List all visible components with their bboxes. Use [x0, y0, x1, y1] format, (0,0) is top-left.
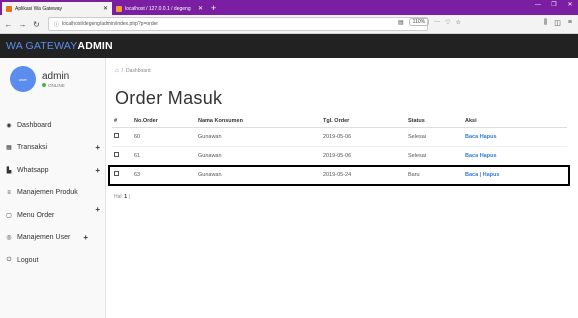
forward-icon[interactable]: → [18, 20, 27, 29]
sidebar-item-logout[interactable]: ⏻ Logout [0, 249, 106, 272]
order-number: 60 [132, 127, 196, 147]
expand-plus-icon[interactable]: + [95, 143, 100, 152]
order-status: Selesai [406, 127, 463, 147]
dashboard-icon: ◉ [6, 122, 12, 129]
sidebar-item-manajemen-produk[interactable]: ≡ Manajemen Produk [0, 182, 106, 205]
read-link[interactable]: Baca [465, 134, 478, 140]
power-icon: ⏻ [6, 256, 12, 263]
customer-name: Gunawan [196, 146, 321, 166]
delete-link[interactable]: Hapus [480, 153, 497, 159]
sidebar-item-label: Manajemen User [17, 234, 71, 242]
highlighted-row-outline [108, 165, 570, 186]
sidebar-item-manajemen-user[interactable]: ◎ Manajemen User + [0, 227, 106, 250]
back-icon[interactable]: ← [4, 20, 13, 29]
page-link[interactable]: 1 [124, 194, 127, 200]
column-header: Aksi [463, 116, 567, 128]
sidebar-item-label: Whatsapp [17, 166, 49, 174]
sidebar-item-label: Dashboard [17, 121, 52, 129]
sidebar: user admin ONLINE ◉ Dashboard ▦ Transaks… [0, 58, 106, 318]
expand-plus-icon[interactable]: + [83, 233, 88, 242]
column-header: Status [406, 116, 463, 128]
user-name: admin [42, 70, 70, 82]
sidebar-item-menu-order[interactable]: ▢ Menu Order + [0, 204, 106, 227]
table-row: 60 Gunawan 2019-05-06 Selesai Baca Hapus [112, 127, 567, 147]
user-panel: user admin ONLINE [10, 66, 69, 92]
reader-view-icon[interactable]: ▤ [398, 19, 404, 26]
library-icon[interactable]: ⫼ [544, 19, 547, 27]
file-icon: ▢ [6, 212, 12, 219]
page-actions-icon[interactable]: ··· [434, 19, 440, 25]
read-link[interactable]: Baca [465, 153, 478, 159]
browser-nav-bar: ← → ↻ ⌂ ⓘ localhost/degeng/admin/index.p… [0, 15, 578, 34]
customer-name: Gunawan [196, 127, 321, 147]
sidebar-item-whatsapp[interactable]: ▙ Whatsapp + [0, 159, 106, 182]
browser-tab-active[interactable]: Aplikasi Wa Gateway ✕ [2, 2, 112, 15]
sidebar-menu: ◉ Dashboard ▦ Transaksi + ▙ Whatsapp + ≡… [0, 114, 106, 272]
app-header: WA GATEWAYADMIN [0, 34, 578, 58]
row-checkbox[interactable] [114, 152, 119, 157]
column-header: Nama Konsumen [196, 116, 321, 128]
sidebar-item-transaksi[interactable]: ▦ Transaksi + [0, 137, 106, 160]
order-date: 2019-05-06 [321, 146, 406, 166]
browser-tab-bar: Aplikasi Wa Gateway ✕ localhost / 127.0.… [0, 0, 578, 15]
column-header: No.Order [132, 116, 196, 128]
close-window-icon[interactable]: ✕ [562, 0, 578, 11]
sidebar-item-label: Transaksi [17, 144, 48, 152]
order-status: Selesai [406, 146, 463, 166]
table-row: 61 Gunawan 2019-05-06 Selesai Baca Hapus [112, 146, 567, 166]
row-checkbox[interactable] [114, 133, 119, 138]
maximize-icon[interactable]: ❐ [546, 0, 562, 11]
order-number: 61 [132, 146, 196, 166]
list-icon: ≡ [7, 189, 11, 196]
sidebar-item-label: Manajemen Produk [17, 189, 78, 197]
menu-icon[interactable]: ≡ [568, 19, 572, 27]
zoom-level[interactable]: 110% [408, 18, 430, 26]
pocket-icon[interactable]: ♡ [445, 19, 450, 26]
user-icon: ◎ [6, 235, 12, 242]
avatar: user [10, 66, 36, 92]
bookmark-star-icon[interactable]: ☆ [455, 19, 460, 26]
minimize-icon[interactable]: — [530, 0, 546, 11]
tab-title: localhost / 127.0.0.1 / degeng [125, 5, 191, 12]
order-date: 2019-05-06 [321, 127, 406, 147]
tab-title: Aplikasi Wa Gateway [15, 5, 63, 12]
expand-plus-icon[interactable]: + [95, 166, 100, 175]
page-title: Order Masuk [115, 88, 223, 108]
browser-tab[interactable]: localhost / 127.0.0.1 / degeng ✕ [112, 2, 207, 15]
window-controls: — ❐ ✕ [530, 0, 578, 11]
brand-logo[interactable]: WA GATEWAYADMIN [6, 40, 113, 52]
online-dot-icon [42, 83, 46, 87]
sidebar-item-dashboard[interactable]: ◉ Dashboard [0, 114, 106, 137]
sidebar-item-label: Logout [17, 256, 39, 264]
main-content: ⌂ / Dashboard Order Masuk # No.Order Nam… [106, 58, 578, 318]
pagination: Hal: 1 | [114, 194, 130, 200]
new-tab-icon[interactable]: + [211, 2, 216, 15]
tab-close-icon[interactable]: ✕ [103, 5, 108, 12]
breadcrumb: ⌂ / Dashboard [115, 68, 151, 74]
breadcrumb-item[interactable]: Dashboard [126, 68, 150, 74]
delete-link[interactable]: Hapus [480, 134, 497, 140]
expand-plus-icon[interactable]: + [95, 205, 100, 214]
tab-favicon-icon [6, 5, 12, 12]
tab-favicon-icon [116, 5, 122, 12]
url-text: localhost/degeng/admin/index.php?p=order [62, 21, 159, 27]
address-bar[interactable]: ⓘ localhost/degeng/admin/index.php?p=ord… [48, 17, 428, 31]
bar-chart-icon: ▙ [6, 167, 12, 174]
tab-close-icon[interactable]: ✕ [198, 5, 203, 12]
column-header: # [112, 116, 132, 128]
column-header: Tgl. Order [321, 116, 406, 128]
calendar-icon: ▦ [6, 145, 12, 152]
home-icon[interactable]: ⌂ [115, 68, 119, 74]
sidebar-item-label: Menu Order [17, 211, 55, 219]
info-icon: ⓘ [54, 21, 60, 28]
sidebar-toggle-icon[interactable]: ◫ [554, 19, 561, 27]
reload-icon[interactable]: ↻ [32, 20, 41, 29]
user-status: ONLINE [42, 83, 69, 88]
